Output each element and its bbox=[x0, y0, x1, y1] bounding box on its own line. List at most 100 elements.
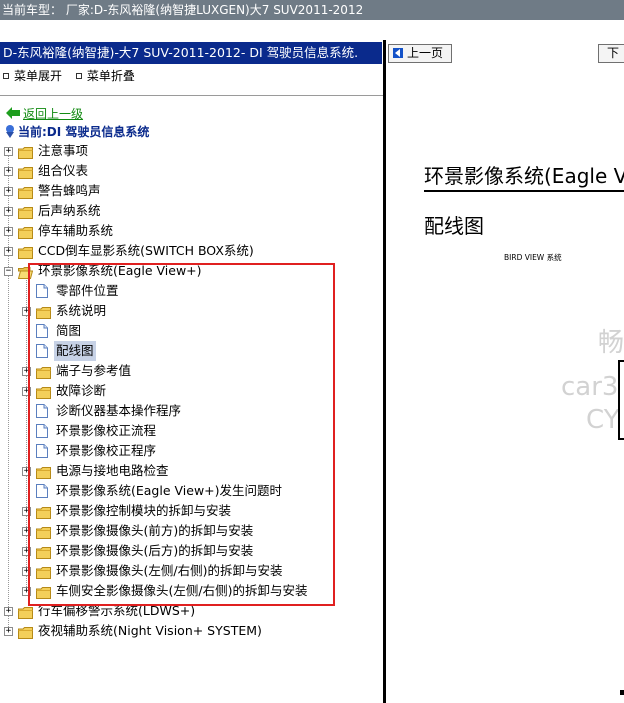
tree-item[interactable]: 配线图 bbox=[0, 341, 383, 361]
folder-icon bbox=[18, 245, 33, 259]
expand-toggle-icon[interactable]: + bbox=[22, 507, 31, 516]
tree-item-label: 环景影像校正程序 bbox=[56, 443, 157, 458]
expand-toggle-icon[interactable]: + bbox=[22, 527, 31, 536]
folder-icon bbox=[18, 205, 33, 219]
back-link-label: 返回上一级 bbox=[23, 107, 84, 121]
expand-toggle-icon[interactable]: + bbox=[4, 227, 13, 236]
expand-toggle-icon[interactable]: + bbox=[4, 167, 13, 176]
tree-item[interactable]: + 电源与接地电路检查 bbox=[0, 461, 383, 481]
tree-item-label: 端子与参考值 bbox=[56, 363, 132, 378]
expand-toggle-icon[interactable]: + bbox=[22, 567, 31, 576]
tree-item[interactable]: + 后声纳系统 bbox=[0, 201, 383, 221]
tree-item[interactable]: + 环景影像摄像头(左侧/右侧)的拆卸与安装 bbox=[0, 561, 383, 581]
tree-item-label: 注意事项 bbox=[38, 143, 89, 158]
folder-icon bbox=[36, 545, 51, 559]
expand-toggle-icon[interactable]: + bbox=[22, 467, 31, 476]
folder-icon bbox=[36, 385, 51, 399]
collapse-all-button[interactable]: 菜单折叠 bbox=[75, 69, 135, 83]
tree-item-label: 行车偏移警示系统(LDWS+) bbox=[38, 603, 196, 618]
tree-item[interactable]: + 车侧安全影像摄像头(左侧/右侧)的拆卸与安装 bbox=[0, 581, 383, 601]
document-title: 环景影像系统(Eagle V bbox=[424, 160, 624, 192]
tree-item[interactable]: − 环景影像系统(Eagle View+) bbox=[0, 261, 383, 281]
expand-toggle-icon[interactable]: + bbox=[22, 547, 31, 556]
document-icon bbox=[36, 444, 48, 458]
folder-icon bbox=[36, 305, 51, 319]
expand-toggle-icon[interactable]: + bbox=[22, 367, 31, 376]
next-page-button[interactable]: 下 bbox=[598, 44, 624, 63]
tree-item-label: 电源与接地电路检查 bbox=[56, 463, 169, 478]
toolbar-gap bbox=[0, 20, 624, 40]
document-icon bbox=[36, 344, 48, 358]
tree-item[interactable]: + 警告蜂鸣声 bbox=[0, 181, 383, 201]
folder-icon bbox=[18, 165, 33, 179]
tree-item-label: 简图 bbox=[56, 323, 82, 338]
expand-toggle-icon[interactable]: + bbox=[22, 587, 31, 596]
expand-toggle-icon[interactable]: + bbox=[22, 387, 31, 396]
tree-item-label: 环景影像校正流程 bbox=[56, 423, 157, 438]
tree-item[interactable]: + 端子与参考值 bbox=[0, 361, 383, 381]
tree-item[interactable]: + 环景影像摄像头(前方)的拆卸与安装 bbox=[0, 521, 383, 541]
expand-all-icon bbox=[3, 73, 9, 79]
document-icon bbox=[36, 324, 48, 338]
tree-item[interactable]: + 环景影像摄像头(后方)的拆卸与安装 bbox=[0, 541, 383, 561]
expand-toggle-icon[interactable]: + bbox=[4, 147, 13, 156]
prev-page-label: 上一页 bbox=[407, 46, 444, 60]
document-icon bbox=[36, 284, 48, 298]
collapse-toggle-icon[interactable]: − bbox=[4, 267, 13, 276]
folder-icon bbox=[36, 585, 51, 599]
tree-item[interactable]: + 环景影像控制模块的拆卸与安装 bbox=[0, 501, 383, 521]
tree-item[interactable]: + 行车偏移警示系统(LDWS+) bbox=[0, 601, 383, 621]
tree-item-label: 配线图 bbox=[54, 341, 96, 361]
panel-divider bbox=[0, 95, 383, 96]
folder-icon bbox=[36, 465, 51, 479]
tree-item-label: 诊断仪器基本操作程序 bbox=[56, 403, 182, 418]
folder-icon bbox=[18, 145, 33, 159]
expand-toggle-icon[interactable]: + bbox=[4, 247, 13, 256]
watermark-text: 畅 bbox=[598, 328, 624, 358]
menu-toggle-bar: 菜单展开 菜单折叠 bbox=[0, 67, 135, 85]
expand-all-label: 菜单展开 bbox=[14, 69, 63, 83]
tree-item-label: 车侧安全影像摄像头(左侧/右侧)的拆卸与安装 bbox=[56, 583, 308, 598]
tree-item-label: 零部件位置 bbox=[56, 283, 119, 298]
folder-icon bbox=[36, 365, 51, 379]
tree-item[interactable]: 诊断仪器基本操作程序 bbox=[0, 401, 383, 421]
document-caption: BIRD VIEW 系统 bbox=[504, 253, 562, 262]
watermark-text: CY bbox=[586, 405, 620, 435]
tree-item-label: 夜视辅助系统(Night Vision+ SYSTEM) bbox=[38, 623, 262, 638]
expand-toggle-icon[interactable]: + bbox=[4, 207, 13, 216]
tree-item-label: 警告蜂鸣声 bbox=[38, 183, 101, 198]
tree-item-label: 环景影像摄像头(后方)的拆卸与安装 bbox=[56, 543, 254, 558]
tree-item-label: 环景影像控制模块的拆卸与安装 bbox=[56, 503, 232, 518]
tree-item[interactable]: + 系统说明 bbox=[0, 301, 383, 321]
prev-page-button[interactable]: 上一页 bbox=[388, 44, 453, 63]
tree-item[interactable]: + 夜视辅助系统(Night Vision+ SYSTEM) bbox=[0, 621, 383, 641]
folder-icon bbox=[36, 525, 51, 539]
tree-item-label: 停车辅助系统 bbox=[38, 223, 114, 238]
tree-item-label: CCD倒车显影系统(SWITCH BOX系统) bbox=[38, 243, 254, 258]
expand-toggle-icon[interactable]: + bbox=[4, 627, 13, 636]
back-link[interactable]: 返回上一级 bbox=[6, 106, 83, 122]
tree-item[interactable]: + 停车辅助系统 bbox=[0, 221, 383, 241]
folder-icon bbox=[18, 185, 33, 199]
folder-icon bbox=[36, 505, 51, 519]
tree-item[interactable]: + CCD倒车显影系统(SWITCH BOX系统) bbox=[0, 241, 383, 261]
tree-item[interactable]: 环景影像校正程序 bbox=[0, 441, 383, 461]
tree-item-label: 系统说明 bbox=[56, 303, 107, 318]
tree-item[interactable]: 零部件位置 bbox=[0, 281, 383, 301]
tree-item-label: 环景影像摄像头(前方)的拆卸与安装 bbox=[56, 523, 254, 538]
tree-item[interactable]: + 注意事项 bbox=[0, 141, 383, 161]
tree-item[interactable]: 环景影像系统(Eagle View+)发生问题时 bbox=[0, 481, 383, 501]
expand-toggle-icon[interactable]: + bbox=[4, 607, 13, 616]
document-icon bbox=[36, 404, 48, 418]
tree-item[interactable]: 环景影像校正流程 bbox=[0, 421, 383, 441]
diagram-box bbox=[618, 360, 624, 440]
tree-item[interactable]: + 组合仪表 bbox=[0, 161, 383, 181]
tree-item[interactable]: + 故障诊断 bbox=[0, 381, 383, 401]
tree-item-label: 环景影像系统(Eagle View+)发生问题时 bbox=[56, 483, 283, 498]
prev-arrow-icon bbox=[393, 48, 403, 58]
collapse-all-label: 菜单折叠 bbox=[86, 69, 135, 83]
expand-toggle-icon[interactable]: + bbox=[4, 187, 13, 196]
expand-all-button[interactable]: 菜单展开 bbox=[3, 69, 62, 83]
expand-toggle-icon[interactable]: + bbox=[22, 307, 31, 316]
tree-item[interactable]: 简图 bbox=[0, 321, 383, 341]
